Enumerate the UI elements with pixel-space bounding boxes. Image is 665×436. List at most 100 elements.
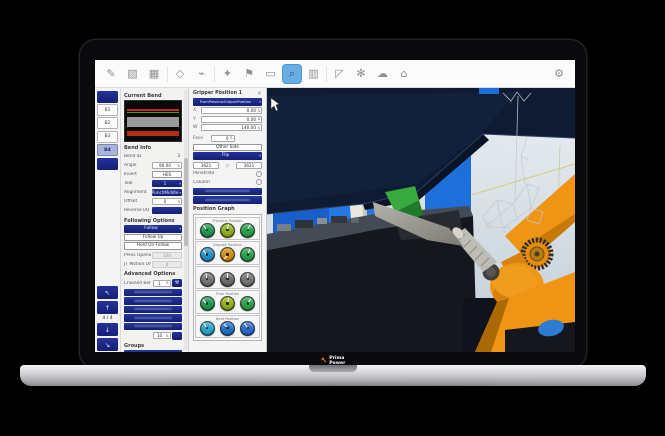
bend-strip-bottom-button[interactable] <box>97 158 118 170</box>
settings-gear-icon[interactable]: ⚙ <box>550 65 568 83</box>
advanced-action-button-3[interactable] <box>124 306 182 314</box>
viewport-3d[interactable] <box>267 88 575 352</box>
bend-item-b1[interactable]: B1 <box>97 104 118 116</box>
gauge <box>240 296 255 311</box>
laptop-base-notch <box>309 365 357 372</box>
graph-row-previous: Previous Position <box>195 217 260 241</box>
screw-icon[interactable]: ⌁ <box>193 65 211 83</box>
axis-x-label: X <box>193 108 199 113</box>
beam-gap <box>479 88 499 94</box>
chained-bends-label: Chained Bends <box>124 281 151 286</box>
bend-preview-image <box>124 100 182 142</box>
laptop-shadow <box>55 385 611 401</box>
pin-icon[interactable]: ⚑ <box>240 65 258 83</box>
part-icon[interactable]: ◇ <box>171 65 189 83</box>
face-spinner[interactable]: 0 <box>211 135 235 142</box>
jt-right-field[interactable]: 3621 <box>236 162 262 169</box>
zoom-icon[interactable]: ⌕ <box>283 65 301 83</box>
close-icon[interactable]: × <box>257 91 262 97</box>
graph-row-next: Next Position <box>195 315 260 339</box>
advanced-spinner-button[interactable] <box>172 332 182 340</box>
first-bend-button[interactable]: ↖ <box>97 286 118 299</box>
gauge <box>220 321 235 336</box>
box-icon[interactable]: ▧ <box>124 65 142 83</box>
advanced-action-button-1[interactable] <box>124 289 182 297</box>
gauge <box>200 272 215 287</box>
toolbar-separator <box>167 66 168 82</box>
tool-select[interactable]: 1 <box>152 180 182 187</box>
flip-select[interactable]: Flip <box>193 152 262 160</box>
cone-icon[interactable]: ◸ <box>331 65 349 83</box>
gripper-source-select[interactable]: FromPreviousGripperPosition <box>193 98 262 106</box>
last-bend-button[interactable]: ↘ <box>97 338 118 351</box>
left-panel-scrollbar[interactable] <box>184 90 188 350</box>
jt-left-spinner[interactable]: 3621 <box>193 162 219 169</box>
penetrate-label: Penetrate <box>193 171 256 176</box>
stage: ✎ ▧ ▦ ◇ ⌁ ✦ ⚑ ▭ ⌕ ▥ ◸ ✻ ☁ ⌂ ⚙ <box>0 0 665 436</box>
field-label: Reverse I/O <box>124 208 151 213</box>
bend-item-b2[interactable]: B2 <box>97 117 118 129</box>
laptop-base <box>20 365 646 386</box>
advanced-action-button-2[interactable] <box>124 297 182 305</box>
main-toolbar: ✎ ▧ ▦ ◇ ⌁ ✦ ⚑ ▭ ⌕ ▥ ◸ ✻ ☁ ⌂ ⚙ <box>95 60 575 88</box>
brain-icon[interactable]: ☁ <box>374 65 392 83</box>
bend-pager-label: 4 / 4 <box>102 316 112 321</box>
gripper-position-panel: Gripper Position 1 × FromPreviousGripper… <box>189 88 267 352</box>
film-icon[interactable]: ▥ <box>305 65 323 83</box>
follow-up-button[interactable]: Follow Up <box>124 234 182 242</box>
scrollbar-thumb[interactable] <box>184 158 188 246</box>
toolbar-separator <box>214 66 215 82</box>
star-icon[interactable]: ✻ <box>352 65 370 83</box>
capsule-icon[interactable]: ▭ <box>262 65 280 83</box>
gauge <box>240 321 255 336</box>
home-icon[interactable]: ⌂ <box>395 65 413 83</box>
bend-strip-top-button[interactable] <box>97 91 118 103</box>
axis-y-label: Y <box>193 117 199 122</box>
gauge <box>220 296 235 311</box>
next-bend-button[interactable]: ↓ <box>97 323 118 336</box>
group-button-1[interactable] <box>124 350 182 352</box>
advanced-action-button-4[interactable] <box>124 314 182 322</box>
gauge <box>200 223 215 238</box>
offset-spinner[interactable]: 0 <box>152 198 182 205</box>
advanced-action-button-5[interactable] <box>124 323 182 331</box>
other-side-button[interactable]: Other Side <box>193 144 262 152</box>
wand-icon[interactable]: ✦ <box>219 65 237 83</box>
advanced-spinner[interactable]: 10 <box>153 332 171 339</box>
bend-item-b3[interactable]: B3 <box>97 131 118 143</box>
chained-bends-spinner[interactable]: 1 <box>153 280 171 287</box>
prima-arrow-icon: ↖ <box>321 357 328 365</box>
alignment-select[interactable]: PunchMiddle <box>152 189 182 196</box>
axis-w-spinner[interactable]: 140.00 <box>201 124 263 131</box>
field-label: Bend ID <box>124 154 151 159</box>
graph-row-final: Final Position <box>195 290 260 314</box>
axis-y-spinner[interactable]: 0.00 <box>201 116 263 123</box>
pen-icon[interactable]: ✎ <box>102 65 120 83</box>
jt-motion-field: 0 <box>152 261 182 268</box>
column-radio[interactable] <box>256 179 262 185</box>
field-label: Tool <box>124 181 151 186</box>
gauge <box>240 272 255 287</box>
gripper-action-button-1[interactable] <box>193 188 262 196</box>
hold-on-follow-button[interactable]: Hold On Follow <box>124 242 182 250</box>
gripper-action-button-2[interactable] <box>193 196 262 204</box>
bend-item-b4-selected[interactable]: B4 <box>97 144 118 156</box>
axis-x-spinner[interactable]: 0.00 <box>201 107 263 114</box>
gripper-panel-title: Gripper Position 1 <box>193 91 257 96</box>
toolbar-separator <box>326 66 327 82</box>
angle-spinner[interactable]: 90.00 <box>152 162 182 169</box>
reverse-io-button[interactable] <box>152 207 182 214</box>
viewport-scene <box>267 88 575 352</box>
press-opening-field: 100 <box>152 252 182 259</box>
gauge <box>200 247 215 262</box>
invert-button[interactable]: HES <box>152 171 182 178</box>
chained-bends-icon-button[interactable]: ⚒ <box>172 279 182 287</box>
gauge <box>220 272 235 287</box>
bend-id-value: 3 <box>152 154 182 159</box>
follow-mode-select[interactable]: Follow <box>124 225 182 233</box>
column-label: Column <box>193 180 256 185</box>
save-icon[interactable]: ▦ <box>145 65 163 83</box>
previous-bend-button[interactable]: ↑ <box>97 301 118 314</box>
die-base-marker <box>127 131 180 136</box>
penetrate-radio[interactable] <box>256 171 262 177</box>
